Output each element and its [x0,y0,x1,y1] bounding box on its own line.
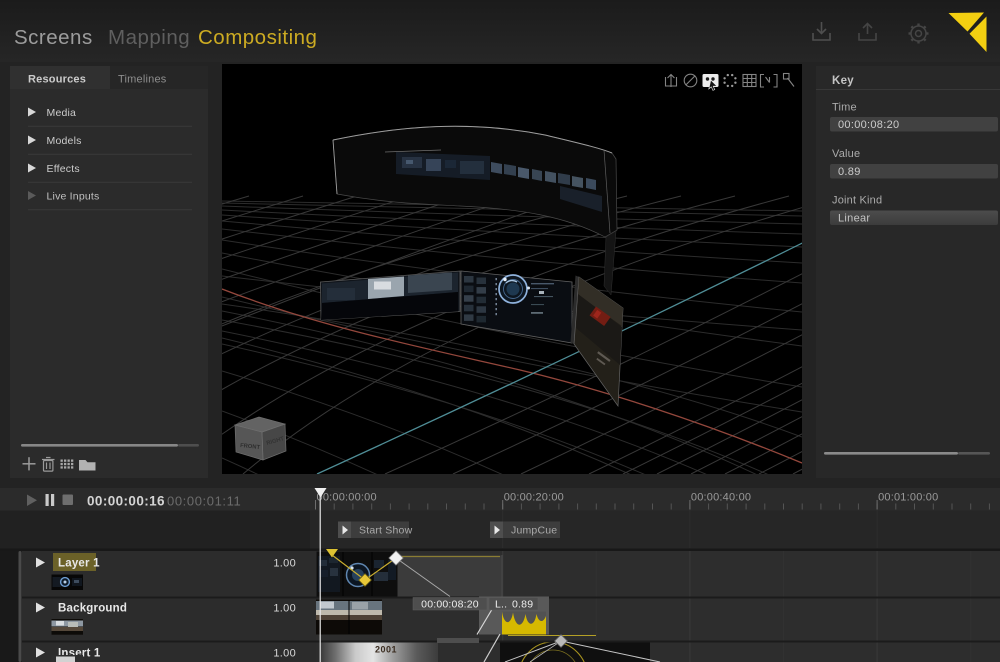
svg-text:Key: Key [832,75,854,87]
svg-text:00:00:08:20: 00:00:08:20 [421,598,479,610]
svg-text:Media: Media [47,107,77,119]
svg-text:Live Inputs: Live Inputs [47,190,100,202]
svg-text:Joint Kind: Joint Kind [832,195,882,207]
svg-text:Layer 1: Layer 1 [58,558,100,570]
svg-text:1.00: 1.00 [273,603,296,615]
svg-text:1.00: 1.00 [273,648,296,660]
svg-text:Effects: Effects [47,163,80,175]
svg-text:Background: Background [58,603,127,615]
svg-text:00:00:08:20: 00:00:08:20 [838,119,899,131]
svg-text:Value: Value [832,148,860,160]
svg-text:00:00:40:00: 00:00:40:00 [691,492,751,504]
svg-text:Models: Models [47,135,82,147]
svg-text:0.89: 0.89 [512,598,533,610]
svg-text:00:00:20:00: 00:00:20:00 [504,492,564,504]
svg-text:Resources: Resources [28,74,86,86]
svg-text:00:00:00:16: 00:00:00:16 [87,494,165,509]
svg-text:00:01:00:00: 00:01:00:00 [878,492,938,504]
svg-text:Linear: Linear [838,212,870,224]
svg-text:Start Show: Start Show [359,525,413,537]
svg-text:00:00:00:00: 00:00:00:00 [317,492,377,504]
svg-text:Screens: Screens [14,26,93,49]
svg-text:00:00:01:11: 00:00:01:11 [167,494,241,509]
svg-text:Mapping: Mapping [108,26,190,49]
svg-text:Compositing: Compositing [198,26,317,49]
svg-text:1.00: 1.00 [273,558,296,570]
svg-text:Time: Time [832,102,857,114]
svg-text:0.89: 0.89 [838,166,861,178]
svg-text:Timelines: Timelines [118,74,167,86]
svg-text:2001: 2001 [375,645,397,655]
svg-text:JumpCue: JumpCue [511,525,557,537]
svg-text:L..: L.. [495,598,507,610]
